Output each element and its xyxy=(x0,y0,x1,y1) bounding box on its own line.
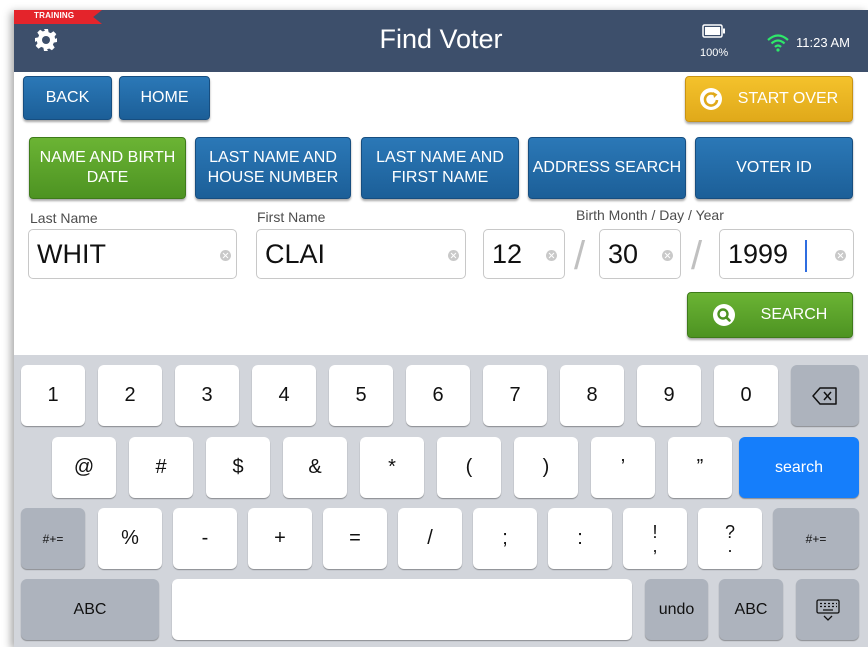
key-4[interactable]: 4 xyxy=(252,365,316,426)
tab-last-name-and-first-name[interactable]: LAST NAME AND FIRST NAME xyxy=(361,137,519,199)
tab-last-name-and-house-number[interactable]: LAST NAME AND HOUSE NUMBER xyxy=(195,137,351,199)
key-open-paren[interactable]: ( xyxy=(437,437,501,498)
clear-last-name-icon[interactable] xyxy=(220,250,231,261)
clear-year-icon[interactable] xyxy=(835,250,846,261)
symbols-shift-key-right[interactable]: #+= xyxy=(773,508,859,569)
backspace-icon xyxy=(812,386,837,405)
device-frame: TRAINING Find Voter 100% 11:23 AM BACK H… xyxy=(0,0,868,647)
refresh-icon xyxy=(699,88,722,110)
birth-day-field[interactable]: 30 xyxy=(599,229,681,279)
birth-year-value: 1999 xyxy=(728,239,789,269)
keyboard-dismiss-icon xyxy=(815,598,840,621)
tab-address-search[interactable]: ADDRESS SEARCH xyxy=(528,137,686,199)
wifi-icon xyxy=(767,34,789,52)
key-1[interactable]: 1 xyxy=(21,365,85,426)
birth-date-label: Birth Month / Day / Year xyxy=(576,207,724,223)
key-semicolon[interactable]: ; xyxy=(473,508,537,569)
key-plus[interactable]: + xyxy=(248,508,312,569)
symbols-shift-key-left[interactable]: #+= xyxy=(21,508,85,569)
birth-year-field[interactable]: 1999 xyxy=(719,229,854,279)
dismiss-keyboard-key[interactable] xyxy=(796,579,859,640)
search-key[interactable]: search xyxy=(739,437,859,498)
tab-name-and-birth-date[interactable]: NAME AND BIRTH DATE xyxy=(29,137,186,199)
search-button-label: SEARCH xyxy=(760,306,828,323)
training-label: TRAINING xyxy=(34,11,75,20)
key-6[interactable]: 6 xyxy=(406,365,470,426)
clock-time: 11:23 AM xyxy=(796,35,850,50)
key-hash[interactable]: # xyxy=(129,437,193,498)
key-2[interactable]: 2 xyxy=(98,365,162,426)
clear-day-icon[interactable] xyxy=(662,250,673,261)
home-button[interactable]: HOME xyxy=(119,76,210,120)
back-button[interactable]: BACK xyxy=(23,76,112,120)
key-asterisk[interactable]: * xyxy=(360,437,424,498)
search-button[interactable]: SEARCH xyxy=(687,292,853,338)
key-exclamation-comma[interactable]: !, xyxy=(623,508,687,569)
search-icon xyxy=(712,304,735,326)
key-apostrophe[interactable]: ’ xyxy=(591,437,655,498)
header-bar: TRAINING Find Voter 100% 11:23 AM xyxy=(14,10,868,72)
on-screen-keyboard: 1 2 3 4 5 6 7 8 9 0 @ # $ & * ( ) ’ ” se… xyxy=(14,355,868,647)
last-name-value: WHIT xyxy=(37,239,106,269)
key-quote[interactable]: ” xyxy=(668,437,732,498)
app-screen: TRAINING Find Voter 100% 11:23 AM BACK H… xyxy=(14,10,868,647)
abc-key-left[interactable]: ABC xyxy=(21,579,159,640)
key-question-period[interactable]: ?. xyxy=(698,508,762,569)
clear-first-name-icon[interactable] xyxy=(448,250,459,261)
key-colon[interactable]: : xyxy=(548,508,612,569)
first-name-value: CLAI xyxy=(265,239,326,269)
battery-percentage: 100% xyxy=(700,47,729,59)
backspace-key[interactable] xyxy=(791,365,859,426)
key-equals[interactable]: = xyxy=(323,508,387,569)
last-name-label: Last Name xyxy=(30,210,98,226)
abc-key-right[interactable]: ABC xyxy=(719,579,783,640)
first-name-field[interactable]: CLAI xyxy=(256,229,466,279)
training-ribbon: TRAINING xyxy=(14,10,102,24)
first-name-label: First Name xyxy=(257,209,326,225)
clear-month-icon[interactable] xyxy=(546,250,557,261)
page-title: Find Voter xyxy=(379,24,503,54)
key-minus[interactable]: - xyxy=(173,508,237,569)
space-key[interactable] xyxy=(172,579,632,640)
date-separator: / xyxy=(691,234,703,278)
key-comma-label: , xyxy=(652,535,658,556)
key-close-paren[interactable]: ) xyxy=(514,437,578,498)
birth-month-value: 12 xyxy=(492,239,523,269)
key-dollar[interactable]: $ xyxy=(206,437,270,498)
key-percent[interactable]: % xyxy=(98,508,162,569)
key-9[interactable]: 9 xyxy=(637,365,701,426)
key-8[interactable]: 8 xyxy=(560,365,624,426)
key-0[interactable]: 0 xyxy=(714,365,778,426)
last-name-field[interactable]: WHIT xyxy=(28,229,237,279)
key-ampersand[interactable]: & xyxy=(283,437,347,498)
key-3[interactable]: 3 xyxy=(175,365,239,426)
undo-key[interactable]: undo xyxy=(645,579,708,640)
birth-month-field[interactable]: 12 xyxy=(483,229,565,279)
start-over-button[interactable]: START OVER xyxy=(685,76,853,122)
battery-icon xyxy=(702,24,725,38)
date-separator: / xyxy=(574,234,586,278)
text-caret xyxy=(805,240,807,272)
key-5[interactable]: 5 xyxy=(329,365,393,426)
key-slash[interactable]: / xyxy=(398,508,462,569)
birth-day-value: 30 xyxy=(608,239,639,269)
start-over-label: START OVER xyxy=(737,90,839,107)
key-7[interactable]: 7 xyxy=(483,365,547,426)
tab-voter-id[interactable]: VOTER ID xyxy=(695,137,853,199)
key-at[interactable]: @ xyxy=(52,437,116,498)
key-period-label: . xyxy=(727,535,733,556)
